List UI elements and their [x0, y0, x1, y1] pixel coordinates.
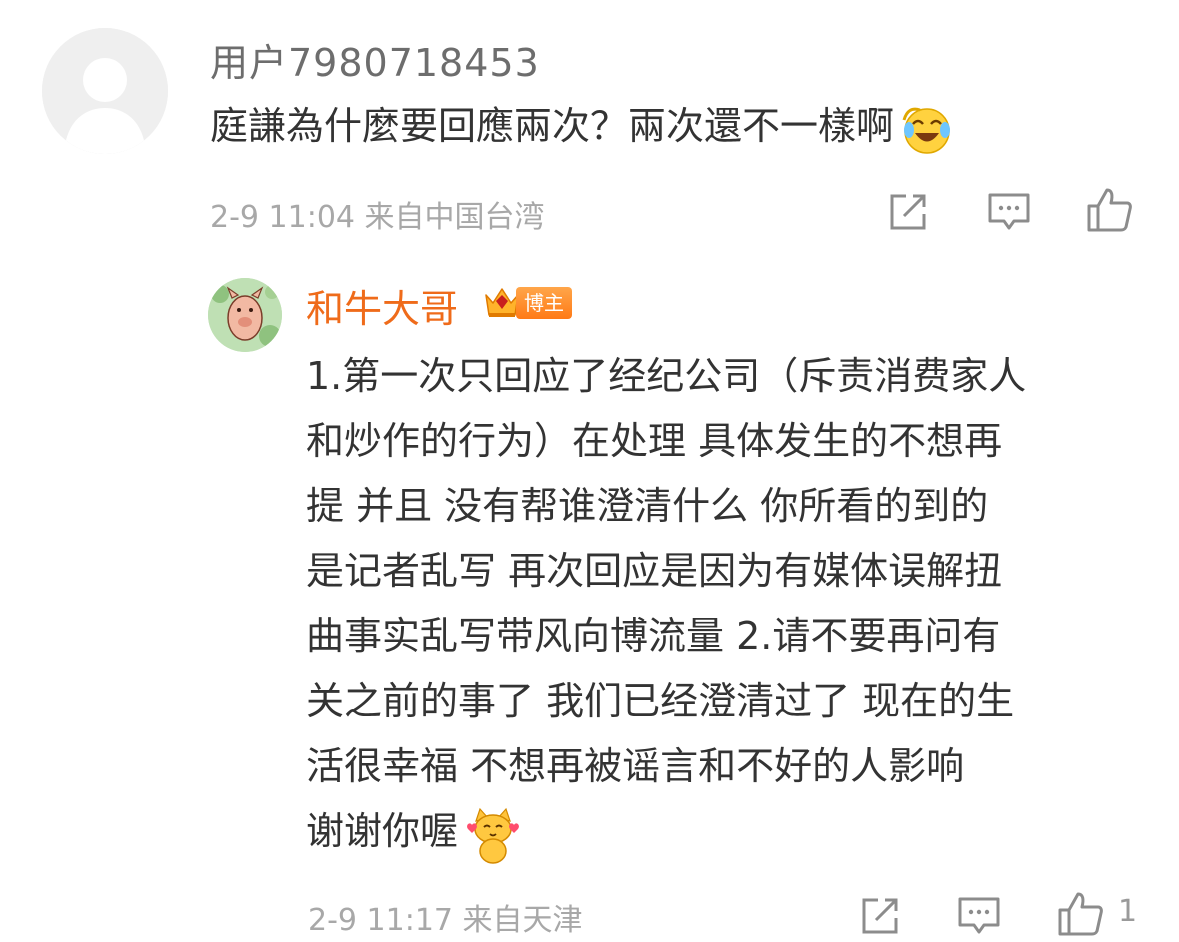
laughing-crying-icon: [898, 100, 956, 158]
comment-meta: 2-9 11:04 来自中国台湾: [210, 200, 545, 235]
like-button[interactable]: [1085, 186, 1133, 234]
reply-line: 是记者乱写 再次回应是因为有媒体误解扭: [306, 549, 1003, 593]
share-icon: [890, 194, 926, 230]
share-icon: [862, 898, 898, 934]
reply-share-button[interactable]: [856, 892, 904, 940]
reply-text: 1.第一次只回应了经纪公司（斥责消费家人 和炒作的行为）在处理 具体发生的不想再…: [306, 344, 1146, 864]
comment-thread: 用户7980718453 庭謙為什麼要回應兩次？兩次還不一樣啊 2-9 11:0…: [0, 0, 1179, 942]
thumbs-up-icon: [1058, 892, 1103, 936]
cat-hearts-icon: [462, 805, 520, 864]
badge-label: 博主: [516, 287, 572, 319]
reply-comment-button[interactable]: [955, 892, 1003, 940]
reply-line-last: 谢谢你喔: [306, 799, 1146, 864]
blogger-badge: 博主: [482, 285, 572, 321]
cartoon-pig-avatar-icon: [208, 278, 282, 352]
reply-like-count: 1: [1118, 894, 1138, 929]
reply-username[interactable]: 和牛大哥: [306, 278, 458, 333]
share-button[interactable]: [884, 188, 932, 236]
reply-line: 1.第一次只回应了经纪公司（斥责消费家人: [306, 354, 1027, 398]
reply-line: 和炒作的行为）在处理 具体发生的不想再: [306, 419, 1003, 463]
default-avatar-icon: [42, 28, 168, 154]
reply-line: 曲事实乱写带风向博流量 2.请不要再问有: [306, 614, 1001, 658]
thumbs-up-icon: [1087, 188, 1132, 232]
reply-line: 关之前的事了 我们已经澄清过了 现在的生: [306, 679, 1015, 723]
comment-icon: [958, 897, 1000, 934]
comment-icon: [988, 193, 1030, 230]
reply-like-button[interactable]: [1056, 890, 1104, 938]
reply-avatar[interactable]: [208, 278, 282, 352]
user-avatar[interactable]: [42, 28, 168, 154]
comment-username[interactable]: 用户7980718453: [210, 32, 540, 87]
reply-button[interactable]: [985, 188, 1033, 236]
reply-line: 活很幸福 不想再被谣言和不好的人影响: [306, 744, 965, 788]
reply-meta: 2-9 11:17 来自天津: [308, 903, 583, 938]
reply-line: 提 并且 没有帮谁澄清什么 你所看的到的: [306, 484, 989, 528]
reply-line-text: 谢谢你喔: [306, 809, 459, 853]
comment-text: 庭謙為什麼要回應兩次？兩次還不一樣啊: [210, 96, 956, 158]
comment-text-content: 庭謙為什麼要回應兩次？兩次還不一樣啊: [210, 104, 895, 148]
